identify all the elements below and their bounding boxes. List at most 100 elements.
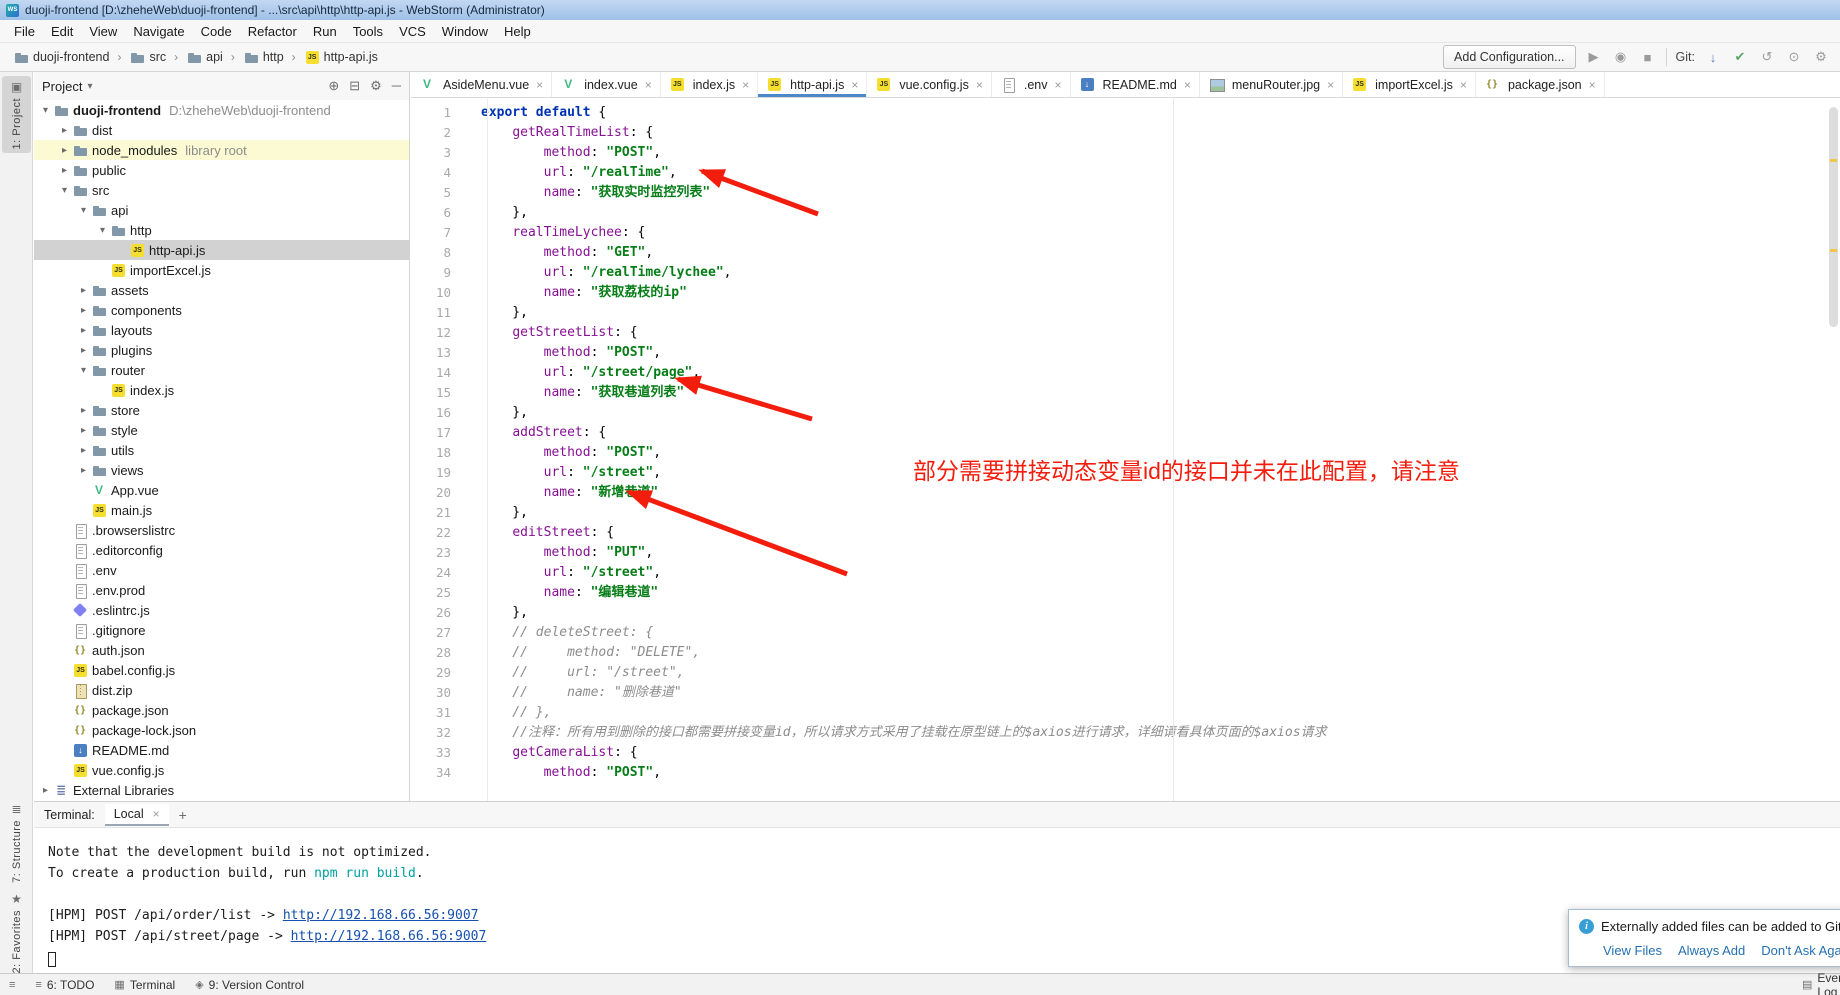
menu-item-run[interactable]: Run bbox=[305, 20, 345, 42]
status-bar-right[interactable]: ▤ Event Log bbox=[1802, 971, 1840, 995]
line-number[interactable]: 26 bbox=[411, 603, 473, 623]
code-line[interactable]: 31 // }, bbox=[411, 703, 1840, 723]
close-icon[interactable]: × bbox=[851, 78, 858, 92]
tool-windows-icon[interactable]: ≡ bbox=[9, 979, 15, 991]
debug-icon[interactable]: ◉ bbox=[1612, 49, 1630, 65]
chevron-right-icon[interactable]: ▸ bbox=[76, 305, 91, 316]
chevron-right-icon[interactable]: ▸ bbox=[57, 145, 72, 156]
tree-item-main.js[interactable]: main.js bbox=[34, 500, 409, 520]
line-number[interactable]: 8 bbox=[411, 243, 473, 263]
tree-item-importExcel.js[interactable]: importExcel.js bbox=[34, 260, 409, 280]
code-line[interactable]: 6 }, bbox=[411, 203, 1840, 223]
chevron-right-icon[interactable]: ▸ bbox=[76, 285, 91, 296]
locate-file-icon[interactable]: ⊕ bbox=[328, 78, 339, 94]
editor-tab-vue.config.js[interactable]: vue.config.js× bbox=[867, 72, 992, 97]
code-line[interactable]: 25 name: "编辑巷道" bbox=[411, 583, 1840, 603]
breadcrumb-item-duoji-frontend[interactable]: duoji-frontend bbox=[10, 49, 112, 66]
run-icon[interactable]: ▶ bbox=[1585, 49, 1603, 65]
line-number[interactable]: 25 bbox=[411, 583, 473, 603]
line-number[interactable]: 4 bbox=[411, 163, 473, 183]
tree-item-store[interactable]: ▸store bbox=[34, 400, 409, 420]
chevron-right-icon[interactable]: ▸ bbox=[38, 785, 53, 796]
menu-item-file[interactable]: File bbox=[6, 20, 43, 42]
code-line[interactable]: 34 method: "POST", bbox=[411, 763, 1840, 783]
code-line[interactable]: 23 method: "PUT", bbox=[411, 543, 1840, 563]
chevron-down-icon[interactable]: ▾ bbox=[76, 205, 91, 216]
tree-item-.env[interactable]: .env bbox=[34, 560, 409, 580]
chevron-down-icon[interactable]: ▾ bbox=[76, 365, 91, 376]
menu-item-help[interactable]: Help bbox=[496, 20, 539, 42]
code-line[interactable]: 32 //注释：所有用到删除的接口都需要拼接变量id，所以请求方式采用了挂载在原… bbox=[411, 723, 1840, 743]
tree-item-.editorconfig[interactable]: .editorconfig bbox=[34, 540, 409, 560]
code-line[interactable]: 1export default { bbox=[411, 103, 1840, 123]
line-number[interactable]: 34 bbox=[411, 763, 473, 783]
tree-item-External Libraries[interactable]: ▸External Libraries bbox=[34, 780, 409, 800]
editor-tab-.env[interactable]: .env× bbox=[992, 72, 1071, 97]
editor-tab-README.md[interactable]: README.md× bbox=[1071, 72, 1200, 97]
chevron-right-icon[interactable]: ▸ bbox=[76, 405, 91, 416]
chevron-right-icon[interactable]: ▸ bbox=[76, 465, 91, 476]
line-number[interactable]: 31 bbox=[411, 703, 473, 723]
settings-icon[interactable]: ⚙ bbox=[1812, 49, 1830, 65]
tree-item-api[interactable]: ▾api bbox=[34, 200, 409, 220]
line-number[interactable]: 29 bbox=[411, 663, 473, 683]
tree-item-vue.config.js[interactable]: vue.config.js bbox=[34, 760, 409, 780]
tree-item-dist.zip[interactable]: dist.zip bbox=[34, 680, 409, 700]
tree-item-.env.prod[interactable]: .env.prod bbox=[34, 580, 409, 600]
tree-item-layouts[interactable]: ▸layouts bbox=[34, 320, 409, 340]
chevron-right-icon[interactable]: ▸ bbox=[76, 325, 91, 336]
code-line[interactable]: 27 // deleteStreet: { bbox=[411, 623, 1840, 643]
tree-item-.browserslistrc[interactable]: .browserslistrc bbox=[34, 520, 409, 540]
tree-item-dist[interactable]: ▸dist bbox=[34, 120, 409, 140]
code-line[interactable]: 4 url: "/realTime", bbox=[411, 163, 1840, 183]
tree-item-README.md[interactable]: README.md bbox=[34, 740, 409, 760]
editor-tab-menuRouter.jpg[interactable]: menuRouter.jpg× bbox=[1200, 72, 1343, 97]
chevron-right-icon[interactable]: ▸ bbox=[76, 445, 91, 456]
menu-item-window[interactable]: Window bbox=[434, 20, 496, 42]
menu-item-edit[interactable]: Edit bbox=[43, 20, 81, 42]
menu-item-navigate[interactable]: Navigate bbox=[125, 20, 192, 42]
project-panel-title[interactable]: Project bbox=[42, 79, 82, 94]
code-line[interactable]: 13 method: "POST", bbox=[411, 343, 1840, 363]
code-line[interactable]: 28 // method: "DELETE", bbox=[411, 643, 1840, 663]
code-line[interactable]: 22 editStreet: { bbox=[411, 523, 1840, 543]
close-icon[interactable]: × bbox=[1184, 78, 1191, 92]
tree-item-plugins[interactable]: ▸plugins bbox=[34, 340, 409, 360]
line-number[interactable]: 3 bbox=[411, 143, 473, 163]
tree-item-node_modules[interactable]: ▸node_moduleslibrary root bbox=[34, 140, 409, 160]
chevron-right-icon[interactable]: ▸ bbox=[76, 345, 91, 356]
code-editor[interactable]: 1export default {2 getRealTimeList: {3 m… bbox=[411, 99, 1840, 801]
notification-action-view-files[interactable]: View Files bbox=[1603, 943, 1662, 958]
code-line[interactable]: 33 getCameraList: { bbox=[411, 743, 1840, 763]
editor-scrollbar[interactable] bbox=[1829, 107, 1838, 327]
line-number[interactable]: 10 bbox=[411, 283, 473, 303]
code-line[interactable]: 9 url: "/realTime/lychee", bbox=[411, 263, 1840, 283]
editor-tab-http-api.js[interactable]: http-api.js× bbox=[758, 72, 867, 97]
code-line[interactable]: 15 name: "获取巷道列表" bbox=[411, 383, 1840, 403]
history-icon[interactable]: ⊙ bbox=[1785, 49, 1803, 65]
code-line[interactable]: 11 }, bbox=[411, 303, 1840, 323]
close-icon[interactable]: × bbox=[645, 78, 652, 92]
tree-item-babel.config.js[interactable]: babel.config.js bbox=[34, 660, 409, 680]
git-commit-icon[interactable]: ✔ bbox=[1731, 49, 1749, 65]
editor-tab-importExcel.js[interactable]: importExcel.js× bbox=[1343, 72, 1476, 97]
line-number[interactable]: 32 bbox=[411, 723, 473, 743]
line-number[interactable]: 15 bbox=[411, 383, 473, 403]
tree-item-router[interactable]: ▾router bbox=[34, 360, 409, 380]
stripe-button-project[interactable]: ▣ 1: Project bbox=[2, 76, 31, 153]
line-number[interactable]: 13 bbox=[411, 343, 473, 363]
close-icon[interactable]: × bbox=[153, 807, 160, 821]
tree-item-http-api.js[interactable]: http-api.js bbox=[34, 240, 409, 260]
line-number[interactable]: 23 bbox=[411, 543, 473, 563]
line-number[interactable]: 7 bbox=[411, 223, 473, 243]
menu-item-tools[interactable]: Tools bbox=[345, 20, 391, 42]
line-number[interactable]: 11 bbox=[411, 303, 473, 323]
line-number[interactable]: 2 bbox=[411, 123, 473, 143]
chevron-right-icon[interactable]: ▸ bbox=[76, 425, 91, 436]
line-number[interactable]: 19 bbox=[411, 463, 473, 483]
line-number[interactable]: 20 bbox=[411, 483, 473, 503]
hide-panel-icon[interactable]: ─ bbox=[392, 78, 401, 94]
close-icon[interactable]: × bbox=[1589, 78, 1596, 92]
close-icon[interactable]: × bbox=[976, 78, 983, 92]
line-number[interactable]: 22 bbox=[411, 523, 473, 543]
